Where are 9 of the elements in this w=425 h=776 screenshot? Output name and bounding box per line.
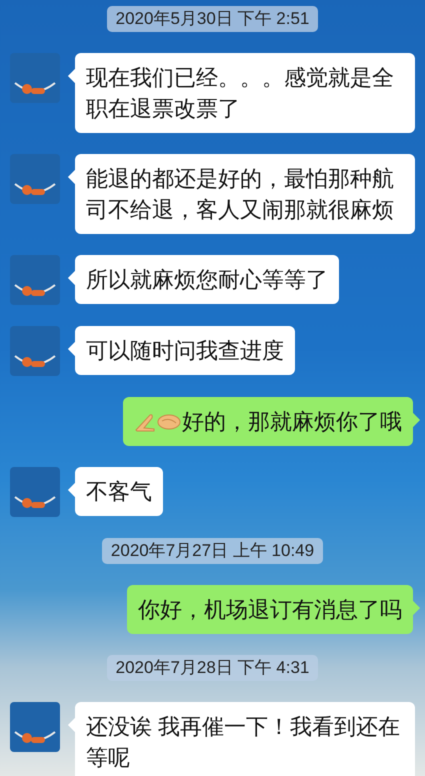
avatar-image[interactable] [10, 53, 60, 103]
avatar-image[interactable] [10, 326, 60, 376]
avatar-image[interactable] [10, 702, 60, 752]
timestamp: 2020年5月30日 下午 2:51 [106, 6, 318, 32]
timestamp: 2020年7月27日 上午 10:49 [102, 538, 324, 564]
avatar-image[interactable] [10, 154, 60, 204]
timestamp: 2020年7月28日 下午 4:31 [106, 655, 318, 681]
avatar-image[interactable] [10, 255, 60, 305]
avatar-image[interactable] [10, 467, 60, 517]
